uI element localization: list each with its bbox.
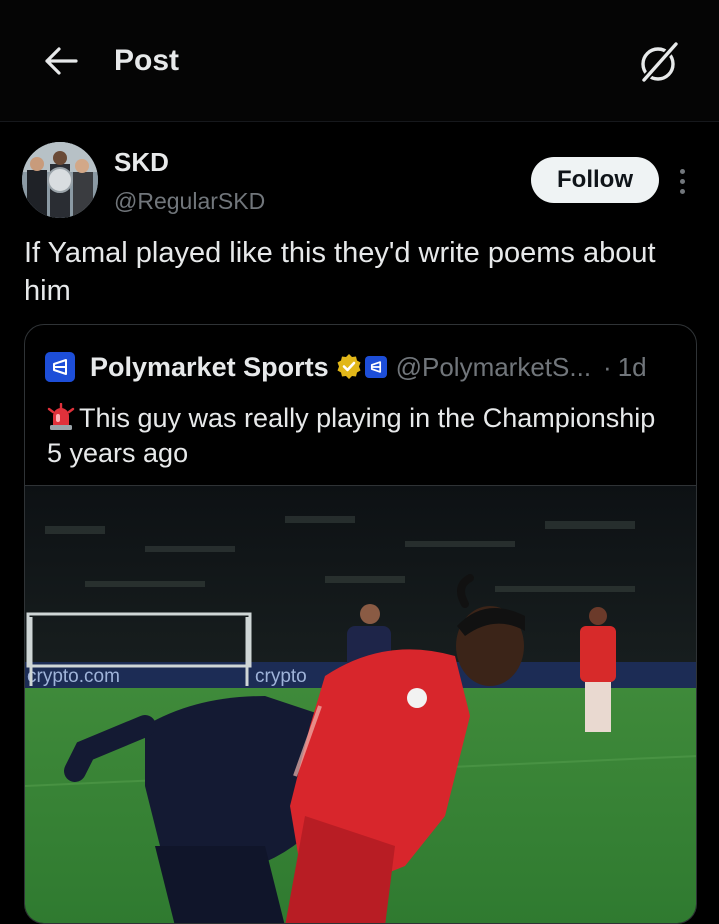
ad-board-left: crypto.com bbox=[27, 666, 120, 687]
more-dot-icon bbox=[679, 188, 685, 194]
avatar[interactable] bbox=[22, 142, 98, 218]
avatar-photo bbox=[22, 142, 98, 218]
verified-gold-badge-icon bbox=[337, 354, 361, 379]
more-dot-icon bbox=[679, 178, 685, 184]
quoted-post[interactable]: Polymarket Sports @PolymarketS... · 1d T… bbox=[24, 324, 697, 924]
affiliate-badge-icon bbox=[364, 356, 387, 378]
quoted-author-name[interactable]: Polymarket Sports bbox=[90, 352, 329, 383]
post-text: If Yamal played like this they'd write p… bbox=[24, 237, 656, 307]
page-title: Post bbox=[114, 44, 180, 77]
arrow-left-icon bbox=[45, 47, 78, 75]
police-car-light-icon bbox=[47, 403, 75, 430]
author-name[interactable]: SKD bbox=[114, 146, 169, 178]
quoted-post-time[interactable]: 1d bbox=[618, 352, 647, 383]
quoted-author-handle[interactable]: @PolymarketS... bbox=[396, 352, 591, 383]
more-options-button[interactable] bbox=[668, 162, 696, 200]
author-handle[interactable]: @RegularSKD bbox=[114, 186, 265, 216]
grok-icon bbox=[639, 41, 679, 85]
polymarket-logo-icon bbox=[45, 352, 75, 382]
back-button[interactable] bbox=[40, 40, 82, 82]
top-app-bar: Post bbox=[0, 0, 719, 122]
quoted-post-body: This guy was really playing in the Champ… bbox=[47, 403, 656, 468]
quoted-post-header: Polymarket Sports @PolymarketS... · 1d bbox=[45, 347, 647, 387]
dot-separator: · bbox=[603, 351, 612, 382]
match-video-frame: crypto.com crypto bbox=[25, 486, 696, 923]
video-media[interactable]: crypto.com crypto bbox=[25, 485, 696, 923]
grok-button[interactable] bbox=[634, 38, 684, 88]
ad-board-mid: crypto bbox=[255, 666, 307, 687]
quoted-post-text: This guy was really playing in the Champ… bbox=[47, 401, 667, 471]
follow-button[interactable]: Follow bbox=[531, 157, 659, 203]
more-dot-icon bbox=[679, 168, 685, 174]
